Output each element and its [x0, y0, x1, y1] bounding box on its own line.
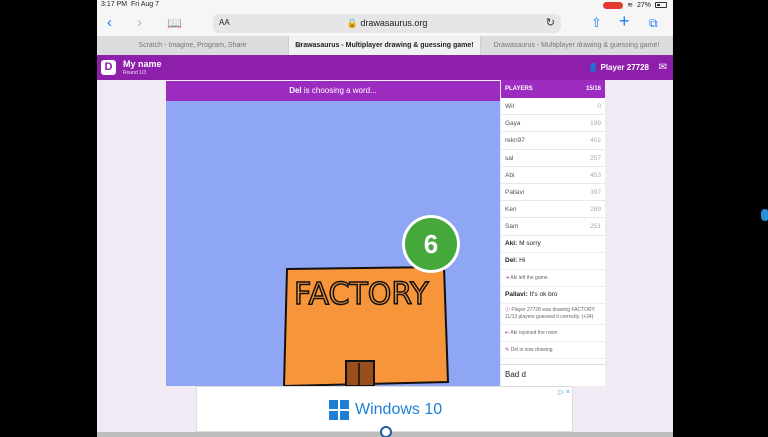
player-row[interactable]: Wil 0	[501, 98, 605, 116]
player-row[interactable]: Ken 289	[501, 201, 605, 219]
app-header: D My name Round 1/3 👤 Player 27728 ✉	[97, 55, 673, 80]
address-bar[interactable]: AA 🔒 drawasaurus.org ↻	[213, 14, 561, 33]
join-icon: ⇤	[505, 329, 510, 336]
chat-message: Pallavi: It's ok bro	[501, 287, 605, 304]
player-row[interactable]: Pallavi 397	[501, 184, 605, 202]
new-tab-icon[interactable]: +	[619, 12, 630, 30]
forward-icon[interactable]: ›	[137, 14, 142, 32]
players-panel: PLAYERS 15/16 Wil 0 Gaya 199 rekn97 402 sal 2…	[501, 80, 605, 386]
drawing-text: FACTORY	[294, 277, 429, 312]
info-icon: ⓘ	[505, 306, 511, 313]
tabs-icon[interactable]: ⧉	[649, 14, 658, 32]
reload-icon[interactable]: ↻	[546, 16, 555, 29]
scrubber-knob[interactable]	[380, 426, 392, 437]
browser-tabs: Scratch - Imagine, Program, Share ⊠ Drawa…	[97, 36, 673, 55]
round-indicator: Round 1/3	[123, 70, 147, 76]
ad-text: Windows 10	[355, 401, 443, 418]
side-handle-icon[interactable]	[761, 209, 768, 221]
player-name[interactable]: 👤 Player 27728	[588, 63, 649, 72]
url-text[interactable]: 🔒 drawasaurus.org	[213, 18, 561, 29]
ipad-screen: 3:17 PM Fri Aug 7 ≋ 27% ‹ › 📖 AA 🔒 drawa…	[97, 0, 673, 437]
status-right: ≋ 27%	[603, 1, 667, 9]
tab-drawasaurus-active[interactable]: ⊠ Drawasaurus - Multiplayer drawing & gue…	[289, 36, 481, 55]
back-icon[interactable]: ‹	[107, 14, 112, 32]
windows-logo-icon	[329, 400, 349, 420]
chat-log: Aki: M sorry Del: Hi ⇥ Aki left the game…	[501, 236, 605, 359]
player-row[interactable]: sal 257	[501, 150, 605, 167]
drawasaurus-logo-icon[interactable]: D	[101, 60, 116, 75]
countdown-timer: 6	[402, 215, 460, 273]
mail-icon[interactable]: ✉	[659, 62, 667, 73]
status-time: 3:17 PM Fri Aug 7	[101, 1, 159, 8]
tab-scratch[interactable]: Scratch - Imagine, Program, Share	[97, 36, 289, 55]
system-message: ⓘ Player 27728 was drawing FACTORY. 11/1…	[501, 304, 605, 325]
word-status-bar: Del is choosing a word...	[166, 81, 500, 101]
system-message: ⇥ Aki left the game.	[501, 270, 605, 287]
close-tab-icon[interactable]: ⊠	[295, 36, 301, 55]
choosing-text: is choosing a word...	[301, 86, 377, 95]
leave-icon: ⇥	[505, 274, 510, 281]
player-row[interactable]: Sam 251	[501, 218, 605, 236]
my-name[interactable]: My name	[123, 59, 162, 69]
ad-choices-icon[interactable]: ▷ ×	[559, 388, 570, 396]
drawer-name: Del	[289, 86, 302, 95]
player-row[interactable]: rekn97 402	[501, 132, 605, 150]
system-message: ⇤ Aki rejoined the room	[501, 325, 605, 342]
system-message: ✎ Del is now drawing	[501, 342, 605, 359]
pencil-icon: ✎	[505, 346, 510, 353]
share-icon[interactable]: ⇧	[591, 14, 602, 32]
wifi-icon: ≋	[627, 2, 633, 9]
tab-drawasaurus[interactable]: Drawasaurus - Multiplayer drawing & gues…	[481, 36, 673, 55]
browser-toolbar: ‹ › 📖 AA 🔒 drawasaurus.org ↻ ⇧ + ⧉	[97, 10, 673, 36]
player-row[interactable]: Gaya 199	[501, 115, 605, 133]
chat-message: Del: Hi	[501, 253, 605, 270]
players-header: PLAYERS 15/16	[501, 80, 605, 98]
recording-icon	[603, 1, 624, 9]
bookmarks-icon[interactable]: 📖	[167, 14, 182, 32]
chat-message: Aki: M sorry	[501, 236, 605, 253]
battery-percent: 27%	[636, 1, 651, 9]
battery-icon	[655, 2, 667, 8]
status-bar: 3:17 PM Fri Aug 7 ≋ 27%	[97, 0, 673, 10]
guess-input[interactable]: Bad d	[501, 364, 605, 386]
factory-door	[345, 360, 375, 386]
player-row[interactable]: Abi 453	[501, 167, 605, 184]
